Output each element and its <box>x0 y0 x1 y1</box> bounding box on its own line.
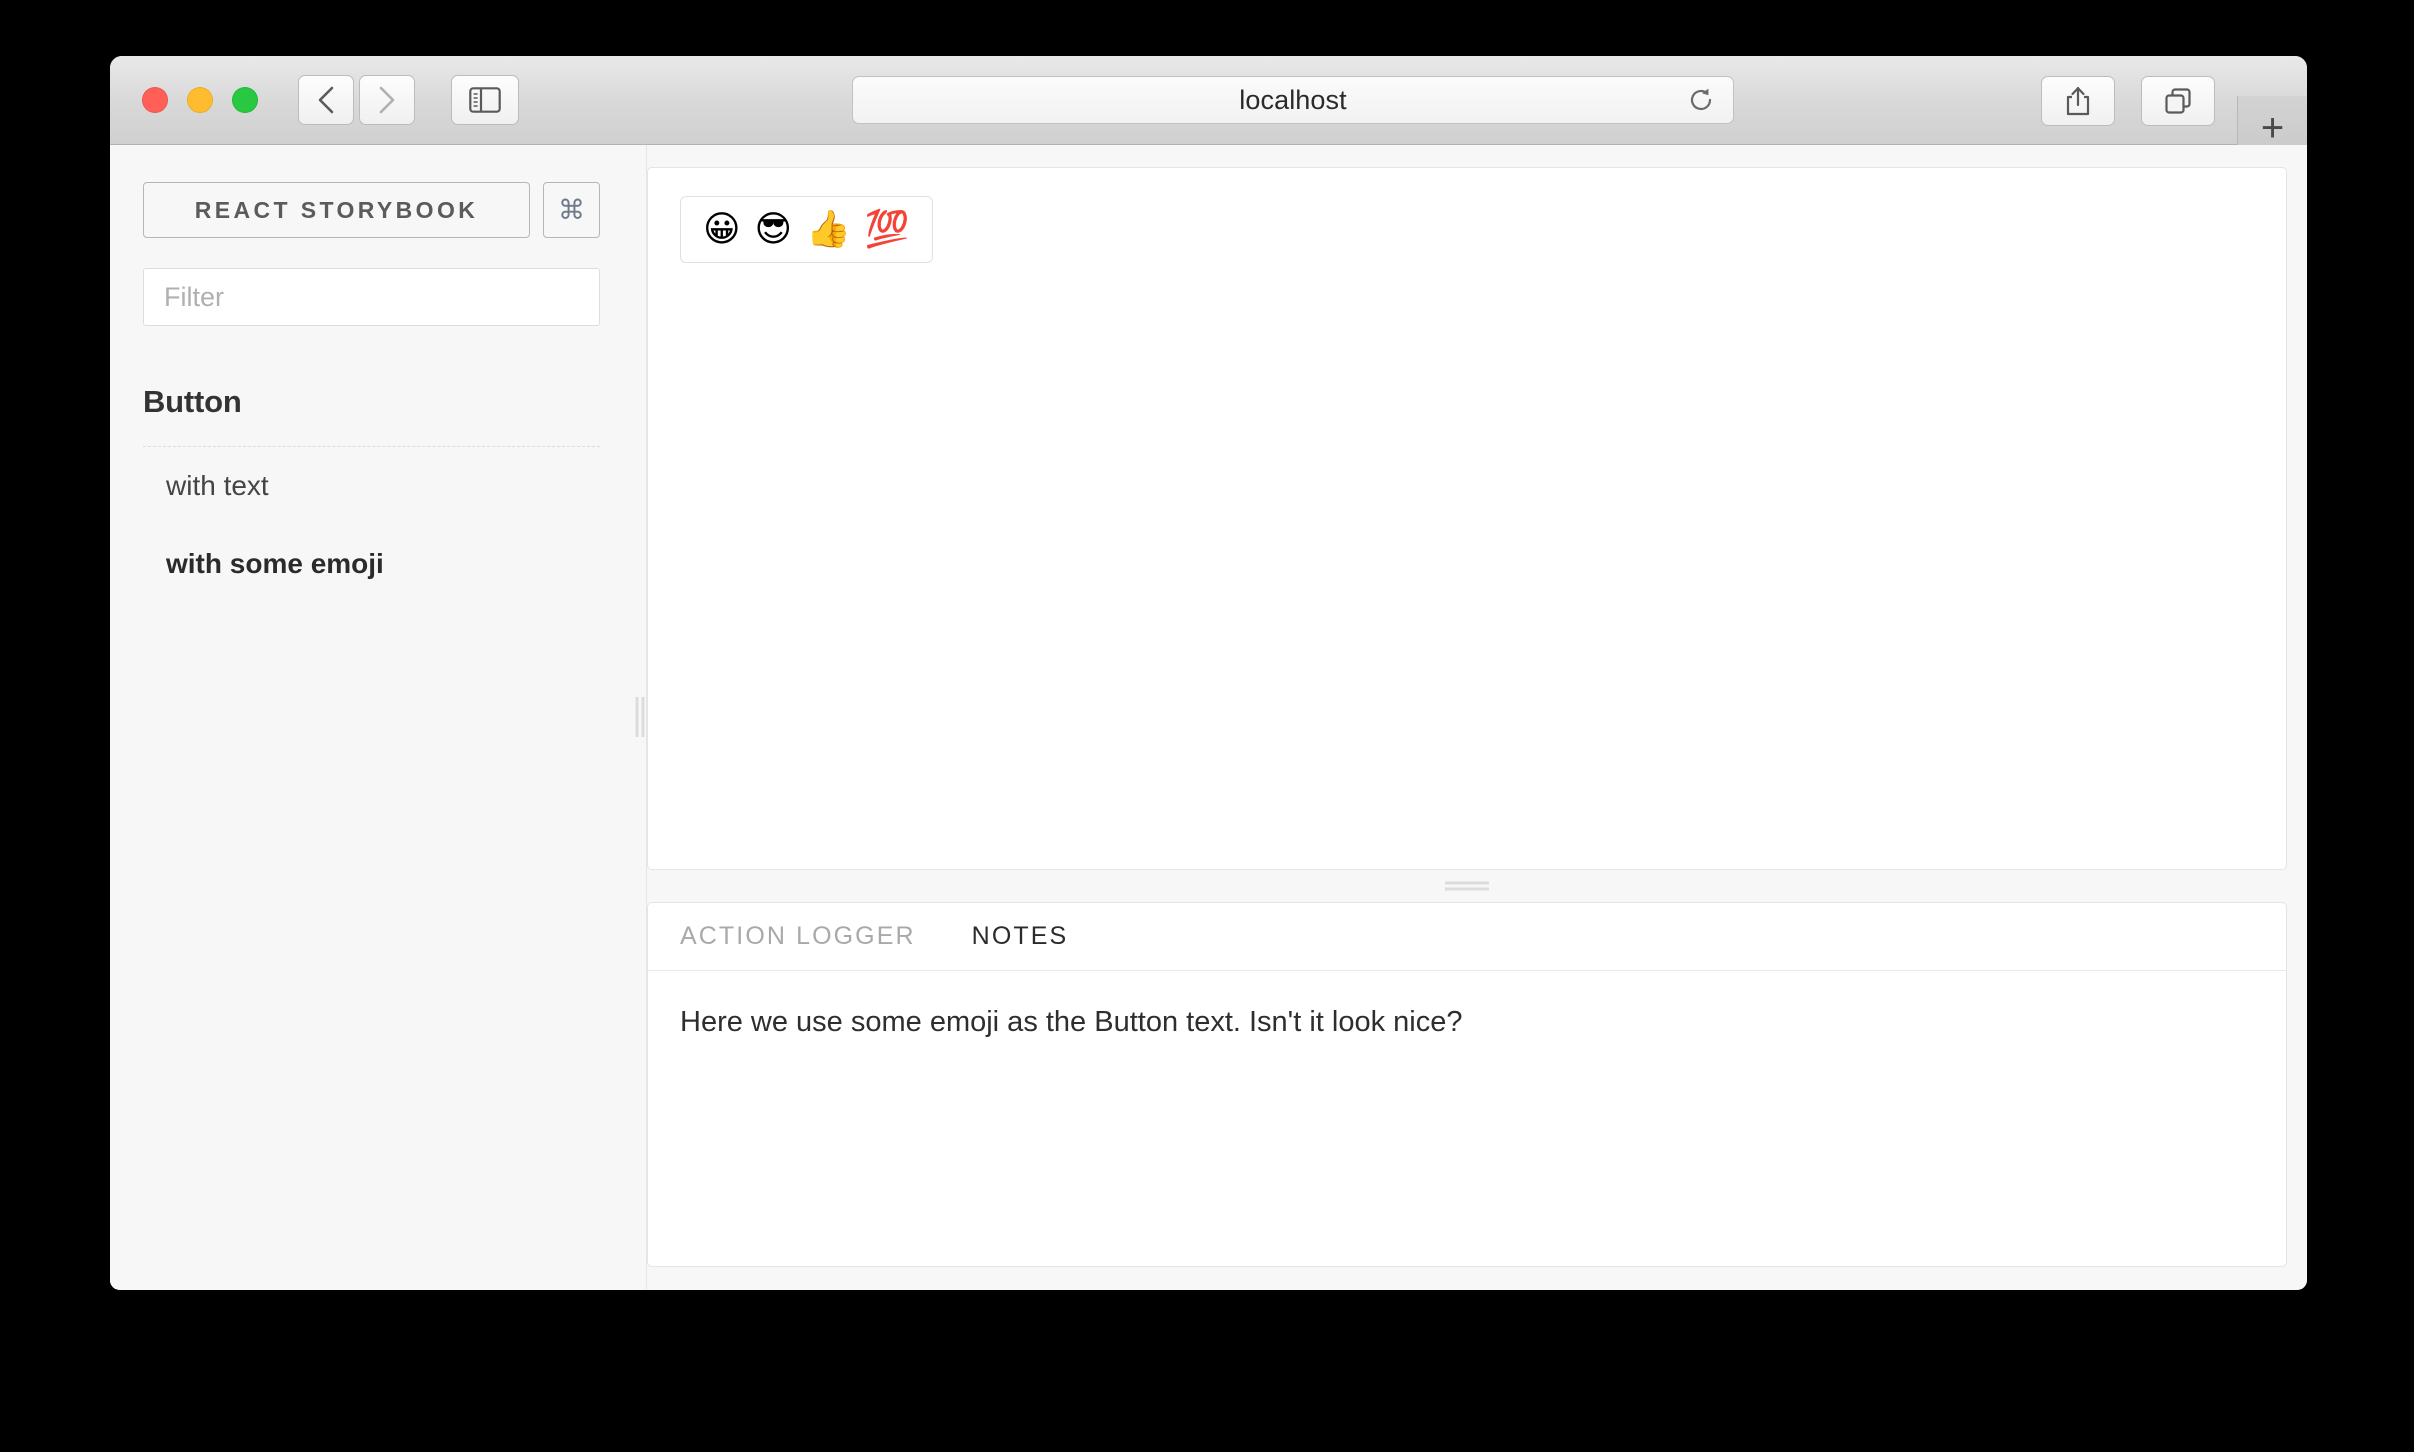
navigation-buttons <box>298 75 415 125</box>
drag-grip-icon <box>635 697 644 737</box>
sidebar-toggle-button[interactable] <box>451 75 519 125</box>
shortcuts-button[interactable]: ⌘ <box>543 182 600 238</box>
back-button[interactable] <box>298 75 354 125</box>
share-icon <box>2066 86 2090 116</box>
forward-button[interactable] <box>359 75 415 125</box>
titlebar-right-buttons <box>2041 76 2215 126</box>
reload-button[interactable] <box>1687 86 1715 114</box>
smiling-face-with-sunglasses-emoji-icon: 😎 <box>754 209 793 250</box>
chevron-right-icon <box>379 86 395 114</box>
panel-tab-bar: ACTION LOGGER NOTES <box>648 903 2286 971</box>
hundred-points-emoji-icon: 💯 <box>864 209 910 250</box>
tab-action-logger[interactable]: ACTION LOGGER <box>680 922 916 951</box>
maximize-window-button[interactable] <box>232 87 258 113</box>
notes-content: Here we use some emoji as the Button tex… <box>680 1006 1463 1038</box>
show-tabs-button[interactable] <box>2141 76 2215 126</box>
story-item-with-text[interactable]: with text <box>143 447 600 525</box>
storybook-sidebar: REACT STORYBOOK ⌘ Button with text with … <box>110 145 633 1289</box>
grinning-face-emoji-icon: 😀 <box>703 209 741 250</box>
browser-titlebar: localhost + <box>110 56 2307 160</box>
minimize-window-button[interactable] <box>187 87 213 113</box>
panel-resize-handle[interactable] <box>647 870 2287 902</box>
window-controls <box>142 87 258 113</box>
show-tabs-icon <box>2165 88 2191 114</box>
addons-panel: ACTION LOGGER NOTES Here we use some emo… <box>647 902 2287 1267</box>
sidebar-toggle-icon <box>469 87 501 113</box>
address-bar[interactable]: localhost <box>852 76 1734 124</box>
address-text: localhost <box>1239 84 1347 115</box>
sidebar-resize-handle[interactable] <box>633 145 647 1289</box>
emoji-story-button[interactable]: 😀 😎 👍 💯 <box>680 196 933 264</box>
browser-window: localhost + REACT STORYBOOK ⌘ Filter But… <box>110 56 2307 1290</box>
storybook-app: REACT STORYBOOK ⌘ Button with text with … <box>110 145 2307 1289</box>
storybook-brand-button[interactable]: REACT STORYBOOK <box>143 182 530 238</box>
close-window-button[interactable] <box>142 87 168 113</box>
reload-icon <box>1690 88 1712 111</box>
thumbs-up-emoji-icon: 👍 <box>806 209 851 250</box>
sidebar-header: REACT STORYBOOK ⌘ <box>143 182 600 238</box>
story-preview-pane: 😀 😎 👍 💯 <box>647 167 2287 870</box>
drag-grip-icon <box>1445 881 1489 891</box>
tab-notes[interactable]: NOTES <box>972 922 1069 951</box>
story-item-with-some-emoji[interactable]: with some emoji <box>143 525 600 603</box>
chevron-left-icon <box>318 86 334 114</box>
story-list: with text with some emoji <box>143 446 600 603</box>
story-kind-heading: Button <box>143 384 242 419</box>
share-button[interactable] <box>2041 76 2115 126</box>
filter-input[interactable] <box>143 268 600 326</box>
content-column: 😀 😎 👍 💯 ACTION LOGGER NOTES Here we use … <box>647 145 2307 1289</box>
